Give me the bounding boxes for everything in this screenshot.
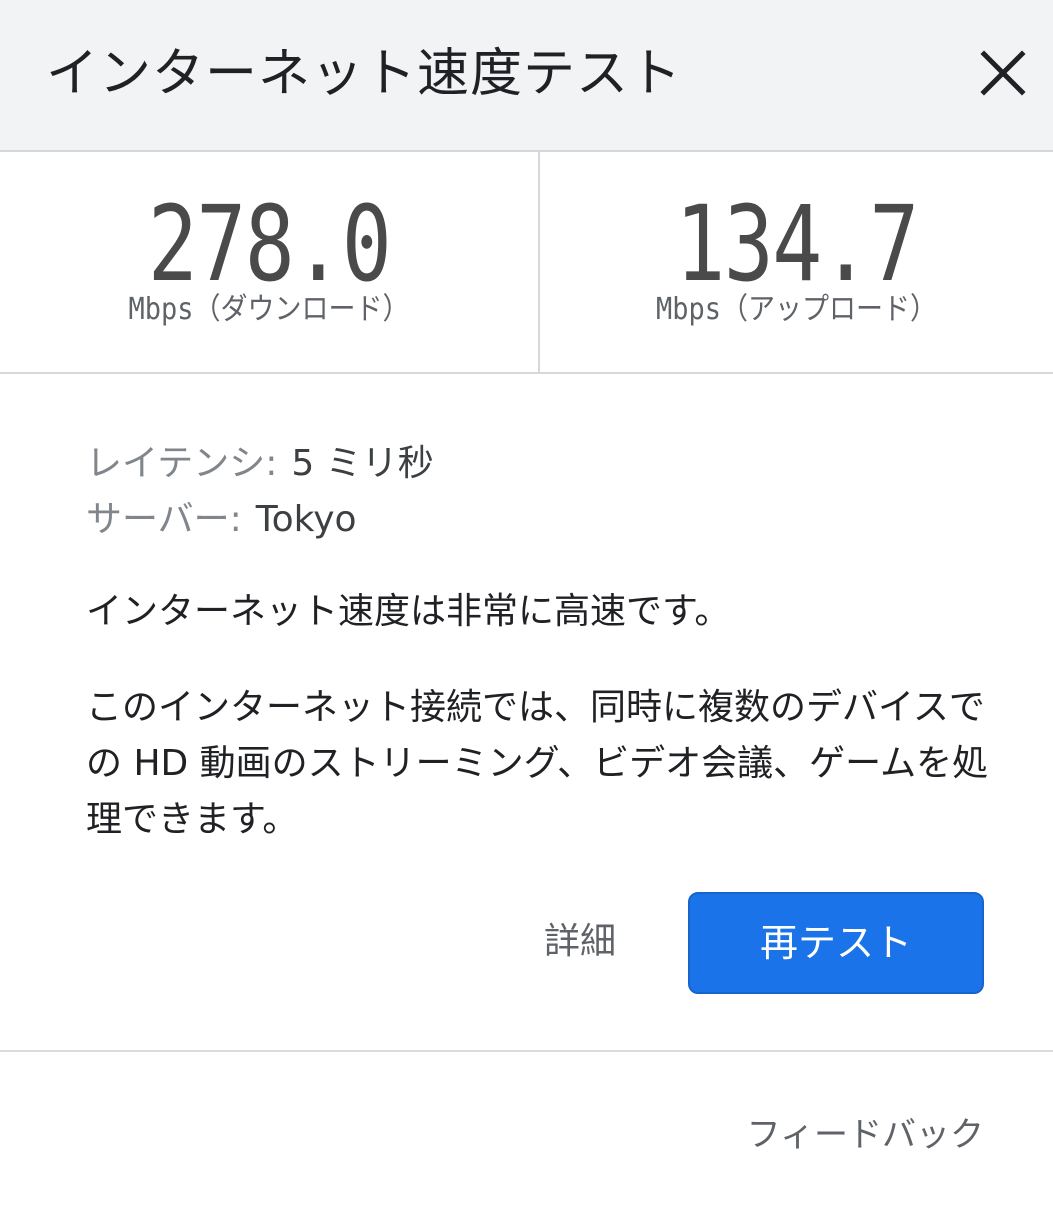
dialog-title: インターネット速度テスト [46, 44, 683, 104]
details-button[interactable]: 詳細 [520, 912, 640, 972]
retest-button[interactable]: 再テスト [688, 892, 984, 994]
test-info: レイテンシ: 5 ミリ秒 サーバー: Tokyo [86, 436, 434, 548]
latency-value: 5 ミリ秒 [291, 443, 434, 484]
upload-speed-value: 134.7 [675, 183, 919, 305]
speed-summary: インターネット速度は非常に高速です。 [86, 591, 731, 632]
close-icon [980, 50, 1026, 96]
download-result: 278.0 Mbps（ダウンロード） [0, 152, 538, 372]
footer-divider [0, 1050, 1053, 1052]
latency-row: レイテンシ: 5 ミリ秒 [86, 436, 434, 492]
upload-speed-unit: Mbps（アップロード） [655, 292, 938, 327]
speed-results: 278.0 Mbps（ダウンロード） 134.7 Mbps（アップロード） [0, 152, 1053, 374]
dialog-header: インターネット速度テスト [0, 0, 1053, 152]
upload-result: 134.7 Mbps（アップロード） [540, 152, 1053, 372]
feedback-link[interactable]: フィードバック [744, 1110, 984, 1160]
close-button[interactable] [970, 40, 1036, 106]
download-speed-unit: Mbps（ダウンロード） [128, 292, 410, 327]
server-value: Tokyo [255, 499, 357, 540]
download-speed-value: 278.0 [147, 183, 392, 305]
speed-description: このインターネット接続では、同時に複数のデバイスでの HD 動画のストリーミング… [86, 687, 989, 840]
latency-label: レイテンシ: [86, 443, 278, 484]
server-label: サーバー: [86, 499, 242, 540]
server-row: サーバー: Tokyo [86, 492, 434, 548]
